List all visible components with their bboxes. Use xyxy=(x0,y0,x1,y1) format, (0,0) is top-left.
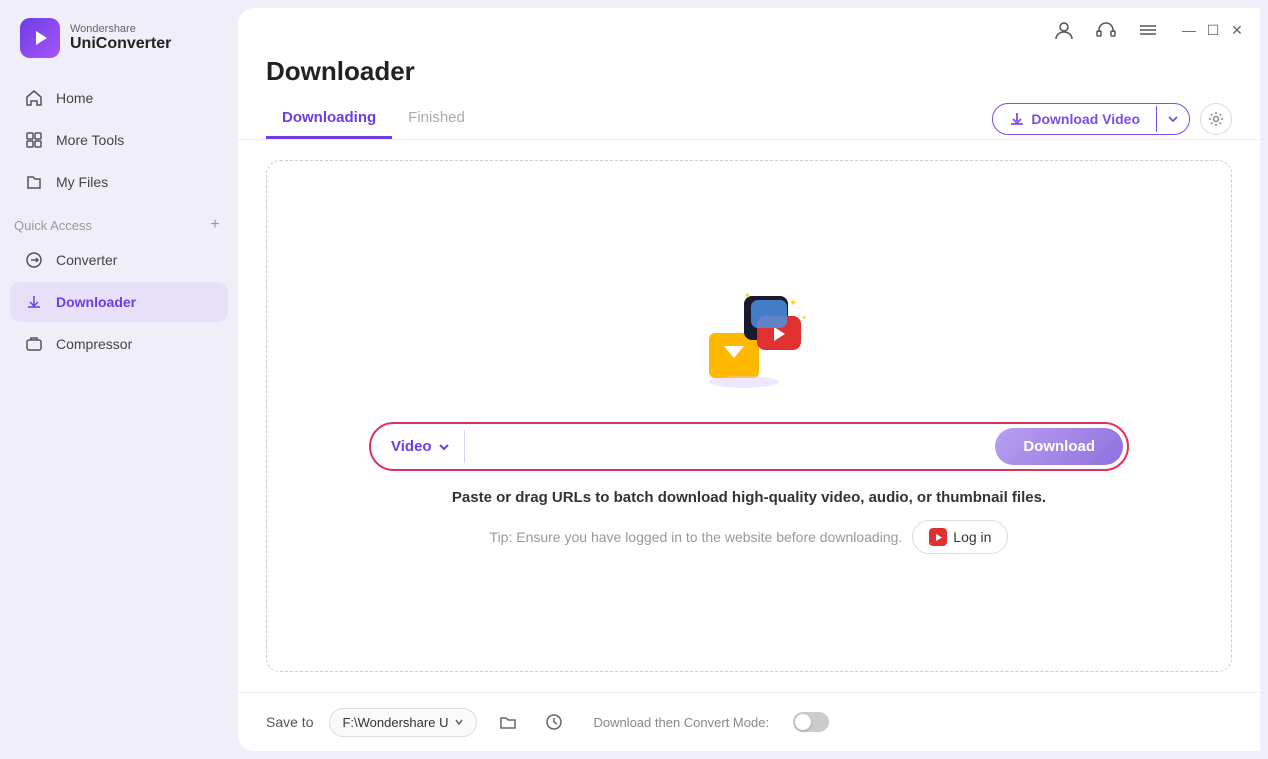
chevron-down-icon xyxy=(1167,113,1179,125)
app-logo: Wondershare UniConverter xyxy=(0,0,238,78)
converter-icon xyxy=(24,250,44,270)
download-video-main: Download Video xyxy=(993,104,1156,134)
sidebar-nav: Home More Tools xyxy=(0,78,238,202)
content-area: ♪ ✦ ✦ ✦ xyxy=(238,140,1260,692)
tabs: Downloading Finished xyxy=(266,99,481,139)
page-title: Downloader xyxy=(266,56,1232,87)
download-drop-zone: ♪ ✦ ✦ ✦ xyxy=(266,160,1232,672)
tab-downloading[interactable]: Downloading xyxy=(266,99,392,139)
video-type-dropdown[interactable]: Video xyxy=(375,430,465,463)
tab-finished[interactable]: Finished xyxy=(392,99,481,139)
convert-mode-toggle[interactable] xyxy=(793,712,829,732)
sidebar-item-converter-label: Converter xyxy=(56,252,117,268)
sidebar: Wondershare UniConverter Home xyxy=(0,0,238,759)
quick-access-nav: Converter Downloader Compressor xyxy=(0,240,238,364)
download-arrow-icon xyxy=(1009,111,1025,127)
page-header: Downloader xyxy=(238,48,1260,99)
titlebar: — ☐ ✕ xyxy=(238,8,1260,48)
sidebar-item-more-tools-label: More Tools xyxy=(56,132,124,148)
downloader-illustration: ♪ ✦ ✦ ✦ xyxy=(689,278,809,398)
minimize-button[interactable]: — xyxy=(1182,23,1196,37)
paste-hint: Paste or drag URLs to batch download hig… xyxy=(452,489,1046,506)
toggle-knob xyxy=(795,714,811,730)
user-icon[interactable] xyxy=(1050,16,1078,44)
save-folder-dropdown[interactable]: F:\Wondershare U xyxy=(329,708,477,737)
close-button[interactable]: ✕ xyxy=(1230,23,1244,37)
history-button[interactable] xyxy=(539,707,569,737)
convert-mode-label: Download then Convert Mode: xyxy=(593,715,769,730)
menu-icon[interactable] xyxy=(1134,16,1162,44)
url-input[interactable] xyxy=(465,431,996,463)
sidebar-item-home[interactable]: Home xyxy=(10,78,228,118)
youtube-icon xyxy=(929,528,947,546)
tip-text: Tip: Ensure you have logged in to the we… xyxy=(490,529,903,545)
tab-actions: Download Video xyxy=(992,103,1232,135)
compressor-icon xyxy=(24,334,44,354)
logo-text: Wondershare UniConverter xyxy=(70,23,171,53)
folder-dropdown-chevron-icon xyxy=(454,717,464,727)
url-input-box: Video Download xyxy=(369,422,1129,471)
clock-icon xyxy=(545,713,563,731)
sidebar-item-more-tools[interactable]: More Tools xyxy=(10,120,228,160)
sidebar-item-downloader-label: Downloader xyxy=(56,294,136,310)
logo-brand: Wondershare xyxy=(70,23,171,35)
dropdown-chevron-icon xyxy=(438,441,450,453)
sidebar-item-compressor-label: Compressor xyxy=(56,336,132,352)
download-video-dropdown-arrow[interactable] xyxy=(1156,106,1189,132)
save-to-label: Save to xyxy=(266,714,313,730)
footer-bar: Save to F:\Wondershare U Download then C… xyxy=(238,692,1260,751)
sidebar-item-converter[interactable]: Converter xyxy=(10,240,228,280)
maximize-button[interactable]: ☐ xyxy=(1206,23,1220,37)
main-content: — ☐ ✕ Downloader Downloading Finished xyxy=(238,8,1260,751)
home-icon xyxy=(24,88,44,108)
download-button[interactable]: Download xyxy=(995,428,1123,465)
svg-text:✦: ✦ xyxy=(801,314,807,322)
logo-icon xyxy=(20,18,60,58)
settings-icon xyxy=(1208,111,1224,127)
youtube-login-button[interactable]: Log in xyxy=(912,520,1008,554)
add-quick-access-button[interactable]: + xyxy=(206,216,224,234)
folder-open-icon xyxy=(499,713,517,731)
svg-text:✦: ✦ xyxy=(789,298,797,309)
sidebar-item-my-files-label: My Files xyxy=(56,174,108,190)
illustration: ♪ ✦ ✦ ✦ xyxy=(689,278,809,398)
settings-icon-button[interactable] xyxy=(1200,103,1232,135)
headset-icon[interactable] xyxy=(1092,16,1120,44)
titlebar-icons xyxy=(1050,16,1162,44)
open-folder-button[interactable] xyxy=(493,707,523,737)
tip-row: Tip: Ensure you have logged in to the we… xyxy=(490,520,1009,554)
logo-name: UniConverter xyxy=(70,35,171,53)
sidebar-item-my-files[interactable]: My Files xyxy=(10,162,228,202)
more-tools-icon xyxy=(24,130,44,150)
download-video-button[interactable]: Download Video xyxy=(992,103,1190,135)
sidebar-item-downloader[interactable]: Downloader xyxy=(10,282,228,322)
folder-path: F:\Wondershare U xyxy=(342,715,448,730)
quick-access-label: Quick Access xyxy=(14,218,92,233)
my-files-icon xyxy=(24,172,44,192)
sidebar-item-home-label: Home xyxy=(56,90,93,106)
tabs-row: Downloading Finished Download Video xyxy=(238,99,1260,140)
svg-text:✦: ✦ xyxy=(744,291,751,300)
downloader-icon xyxy=(24,292,44,312)
quick-access-header: Quick Access + xyxy=(0,202,238,240)
sidebar-item-compressor[interactable]: Compressor xyxy=(10,324,228,364)
window-controls: — ☐ ✕ xyxy=(1182,23,1244,37)
